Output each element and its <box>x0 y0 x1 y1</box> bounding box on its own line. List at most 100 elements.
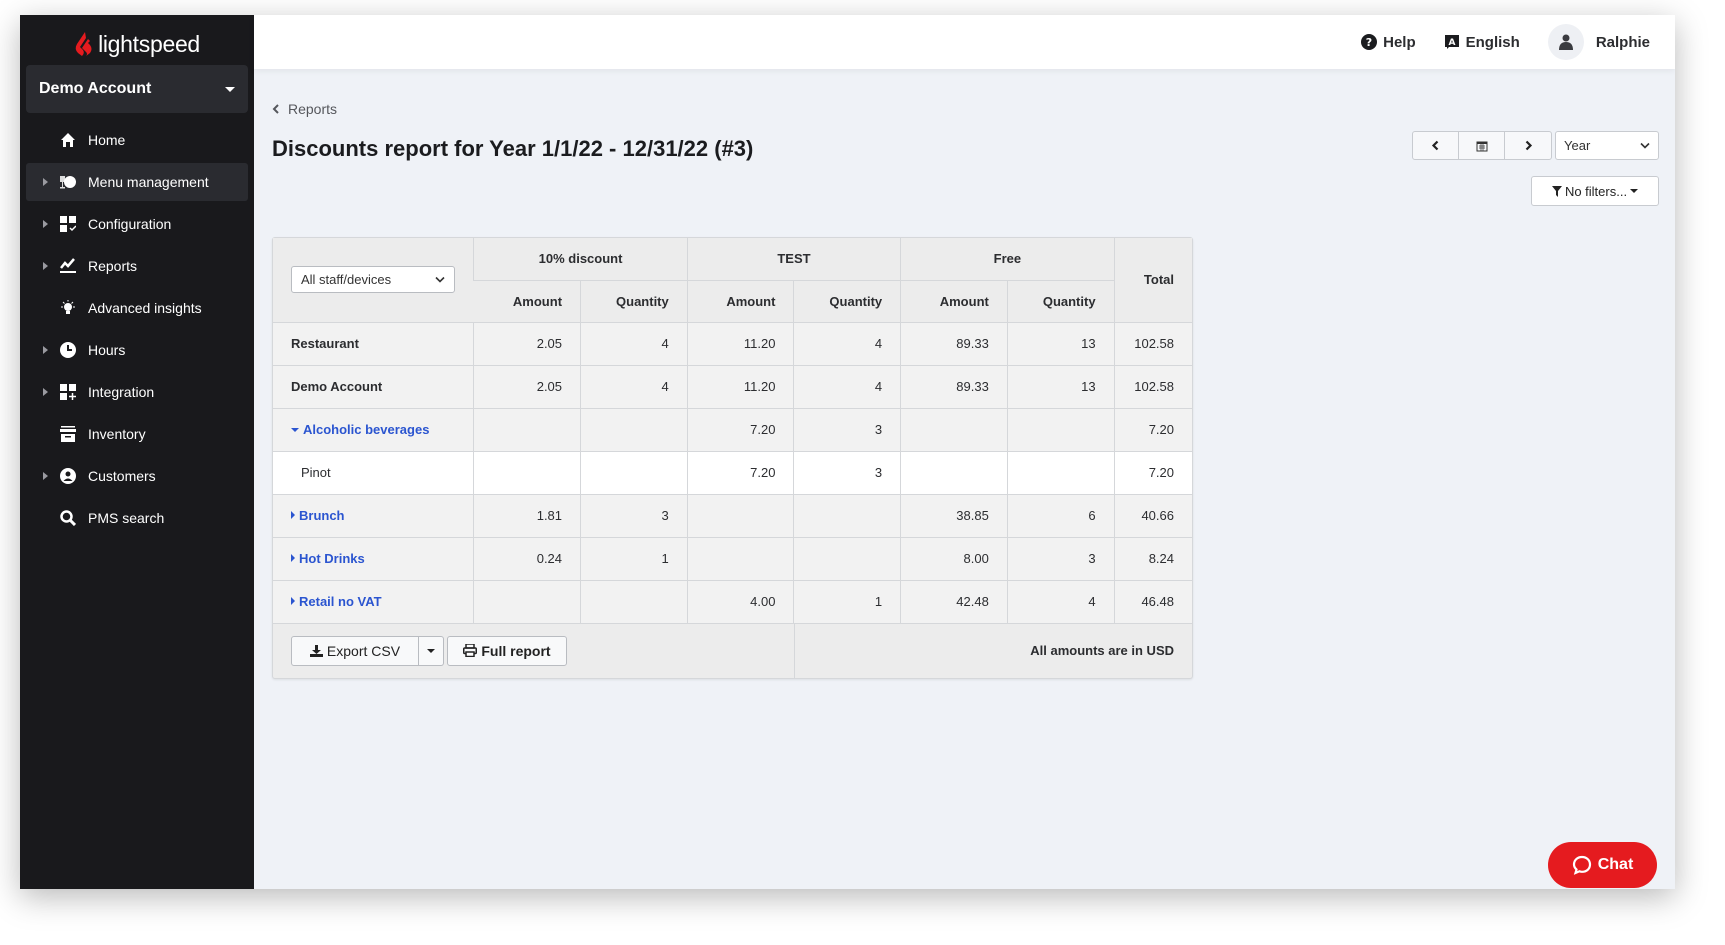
sidebar-item-pms-search[interactable]: PMS search <box>26 499 248 537</box>
print-icon <box>463 644 478 657</box>
table-cell: 8.00 <box>900 537 1008 581</box>
caret-down-icon <box>1630 189 1639 193</box>
period-select[interactable]: Year <box>1555 131 1659 160</box>
table-cell: 13 <box>1006 365 1115 409</box>
table-cell: 4.00 <box>686 580 794 624</box>
table-cell <box>1006 451 1115 495</box>
sidebar-item-label: Hours <box>88 342 126 358</box>
filters-button[interactable]: No filters... <box>1531 176 1659 206</box>
category-toggle-hot-drinks[interactable]: Hot Drinks <box>273 537 474 581</box>
reports-icon <box>59 257 77 275</box>
brand-name: lightspeed <box>98 30 200 57</box>
lightbulb-icon <box>59 299 77 317</box>
language-selector[interactable]: A English <box>1444 34 1520 51</box>
table-row: Alcoholic beverages 7.20 3 7.20 <box>273 408 1192 452</box>
expand-arrow-icon[interactable] <box>43 178 48 186</box>
export-csv-button[interactable]: Export CSV <box>291 635 419 666</box>
table-row: Restaurant 2.05 4 11.20 4 89.33 13 102.5… <box>273 322 1192 366</box>
row-label: Alcoholic beverages <box>303 422 430 437</box>
export-csv-label: Export CSV <box>326 642 401 659</box>
language-label: English <box>1465 33 1520 51</box>
account-switcher[interactable]: Demo Account <box>26 65 248 113</box>
table-cell: 2.05 <box>473 365 581 409</box>
help-link[interactable]: ? Help <box>1361 34 1416 51</box>
sidebar-item-inventory[interactable]: Inventory <box>26 415 248 453</box>
table-cell: 4 <box>793 365 901 409</box>
account-name: Demo Account <box>39 80 152 97</box>
table-row: Brunch 1.81 3 38.85 6 40.66 <box>273 494 1192 538</box>
avatar <box>1547 24 1584 60</box>
table-cell <box>686 537 794 581</box>
user-menu[interactable]: Ralphie <box>1547 24 1650 60</box>
caret-right-icon <box>291 554 295 562</box>
sidebar-item-reports[interactable]: Reports <box>26 247 248 285</box>
filter-icon <box>1551 185 1562 197</box>
expand-arrow-icon[interactable] <box>43 388 48 396</box>
expand-arrow-icon[interactable] <box>43 262 48 270</box>
table-row: Pinot 7.20 3 7.20 <box>273 451 1192 495</box>
chat-label: Chat <box>1597 856 1634 873</box>
sidebar-item-integration[interactable]: Integration <box>26 373 248 411</box>
search-icon <box>59 509 77 527</box>
table-cell: 38.85 <box>900 494 1008 538</box>
table-cell: 7.20 <box>686 408 794 452</box>
category-toggle-brunch[interactable]: Brunch <box>273 494 474 538</box>
table-cell: 7.20 <box>1113 451 1192 495</box>
help-icon: ? <box>1361 34 1378 50</box>
sidebar-nav: Home Menu management Configuration Repor… <box>26 121 248 541</box>
download-icon <box>309 644 323 657</box>
quantity-column-header: Quantity <box>793 280 901 323</box>
sidebar-item-menu-management[interactable]: Menu management <box>26 163 248 201</box>
chevron-down-icon <box>1640 142 1650 149</box>
expand-arrow-icon[interactable] <box>43 346 48 354</box>
sidebar-item-configuration[interactable]: Configuration <box>26 205 248 243</box>
table-cell <box>580 451 688 495</box>
table-cell: 8.24 <box>1113 537 1192 581</box>
expand-arrow-icon[interactable] <box>43 220 48 228</box>
row-label: Demo Account <box>273 365 474 409</box>
sidebar-item-advanced-insights[interactable]: Advanced insights <box>26 289 248 327</box>
full-report-label: Full report <box>481 642 551 659</box>
table-cell: 2.05 <box>473 322 581 366</box>
report-footer: Export CSV Full report All amounts are i… <box>273 623 1192 678</box>
calendar-button[interactable] <box>1459 132 1505 159</box>
caret-right-icon <box>291 597 295 605</box>
previous-period-button[interactable] <box>1413 132 1459 159</box>
table-cell <box>793 494 901 538</box>
help-label: Help <box>1383 33 1416 51</box>
user-icon <box>1558 34 1573 50</box>
amount-column-header: Amount <box>900 280 1008 323</box>
amount-column-header: Amount <box>686 280 794 323</box>
filters-label: No filters... <box>1564 183 1628 199</box>
inventory-icon <box>59 425 77 443</box>
breadcrumb-back-link[interactable]: Reports <box>272 101 337 117</box>
clock-icon <box>59 341 77 359</box>
sidebar-item-hours[interactable]: Hours <box>26 331 248 369</box>
staff-filter-cell: All staff/devices <box>273 238 474 323</box>
lightspeed-logo[interactable]: lightspeed <box>20 23 254 65</box>
table-cell: 46.48 <box>1113 580 1192 624</box>
next-period-button[interactable] <box>1505 132 1551 159</box>
category-toggle-alcoholic-beverages[interactable]: Alcoholic beverages <box>273 408 474 452</box>
full-report-button[interactable]: Full report <box>447 635 567 666</box>
table-cell <box>793 537 901 581</box>
table-cell: 3 <box>793 408 901 452</box>
sidebar-item-home[interactable]: Home <box>26 121 248 159</box>
breadcrumb-label: Reports <box>288 101 338 117</box>
date-navigation <box>1412 131 1552 160</box>
column-group-header: 10% discount <box>473 238 688 281</box>
table-cell: 3 <box>580 494 688 538</box>
calendar-icon <box>1476 141 1487 151</box>
export-options-dropdown[interactable] <box>419 635 444 666</box>
sidebar-item-label: Reports <box>88 258 138 274</box>
sidebar-item-label: Advanced insights <box>88 300 202 316</box>
chevron-left-icon <box>1431 140 1439 151</box>
staff-devices-select[interactable]: All staff/devices <box>291 266 455 294</box>
sidebar-item-label: Home <box>88 132 126 148</box>
sidebar-item-customers[interactable]: Customers <box>26 457 248 495</box>
category-toggle-retail-no-vat[interactable]: Retail no VAT <box>273 580 474 624</box>
sidebar: lightspeed Demo Account Home Menu manage… <box>20 15 254 889</box>
expand-arrow-icon[interactable] <box>43 472 48 480</box>
sidebar-item-label: Menu management <box>88 174 209 190</box>
chat-button[interactable]: Chat <box>1548 842 1657 888</box>
